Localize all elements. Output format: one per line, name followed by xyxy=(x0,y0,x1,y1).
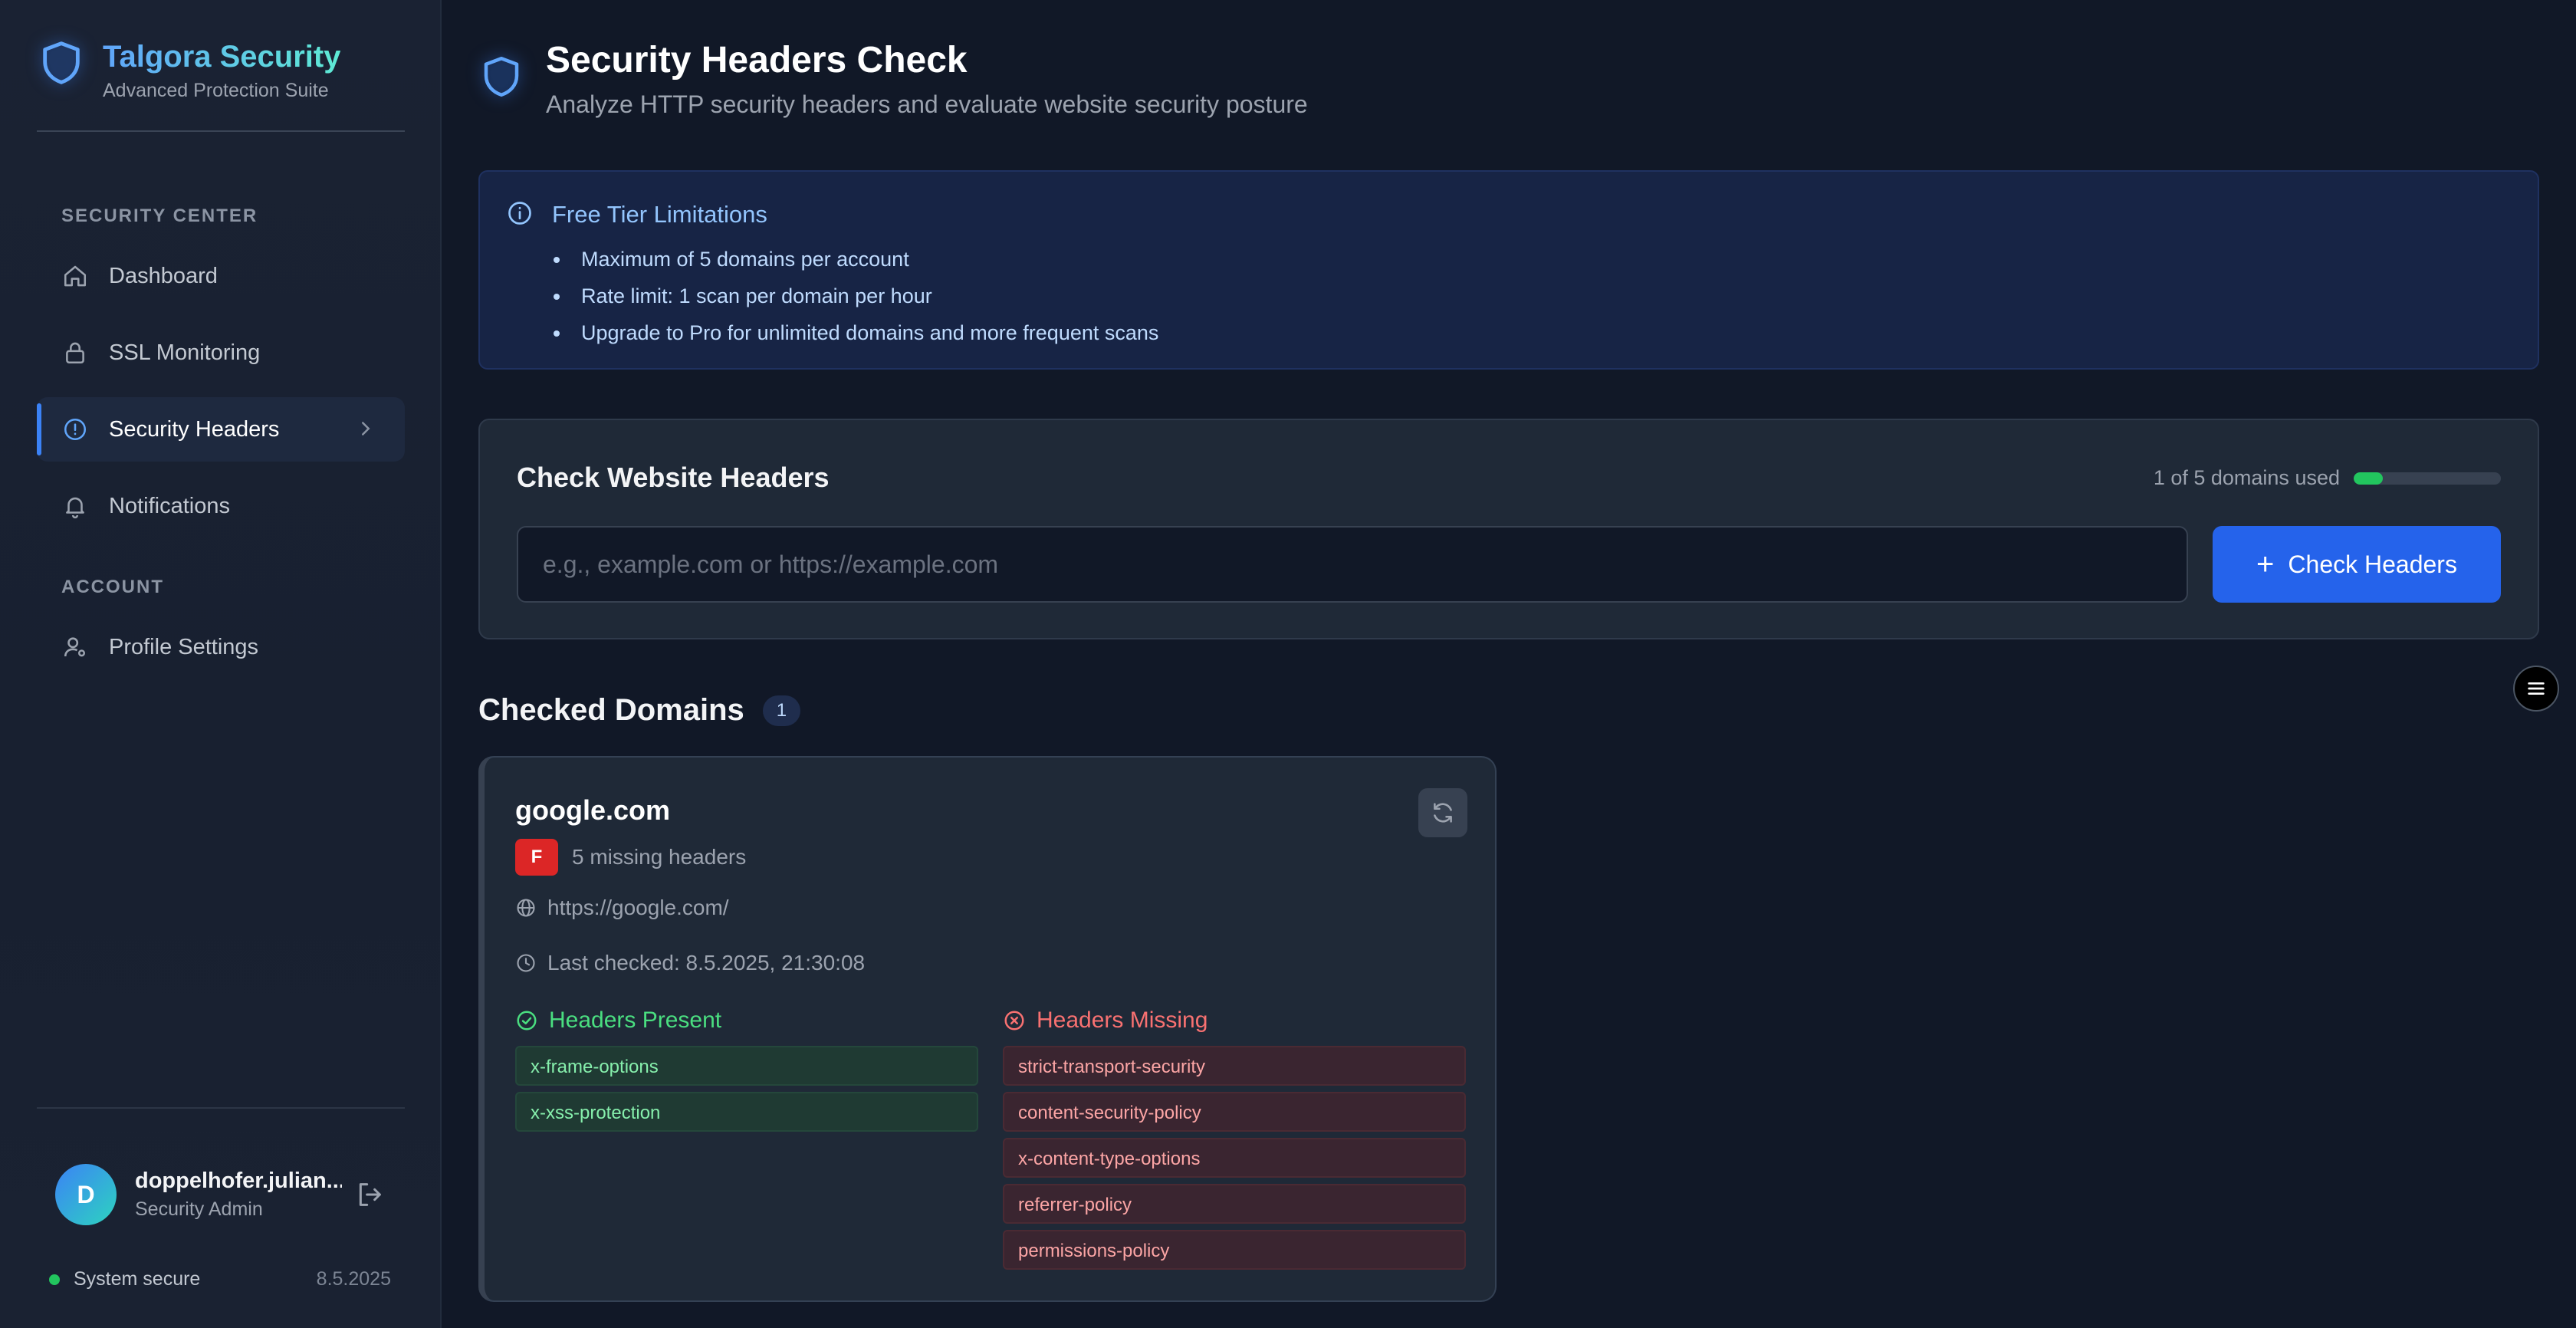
grade-badge: F xyxy=(515,839,558,876)
system-status-date: 8.5.2025 xyxy=(316,1268,391,1290)
domain-usage-text: 1 of 5 domains used xyxy=(2153,466,2340,489)
check-website-card: Check Website Headers 1 of 5 domains use… xyxy=(478,419,2539,639)
shield-icon xyxy=(484,57,519,97)
last-checked-row: Last checked: 8.5.2025, 21:30:08 xyxy=(515,951,865,975)
avatar[interactable]: D xyxy=(55,1164,117,1225)
globe-icon xyxy=(517,899,535,917)
refresh-icon xyxy=(1434,803,1452,823)
check-circle-icon xyxy=(517,1011,537,1031)
brand-title: Talgora Security xyxy=(103,35,340,78)
sidebar-item-notifications[interactable]: Notifications xyxy=(37,474,405,538)
status-dot xyxy=(49,1274,60,1285)
headers-present-list: x-frame-options x-xss-protection xyxy=(515,1046,978,1138)
chevron-right-icon xyxy=(362,422,370,436)
system-status: System secure xyxy=(49,1268,200,1290)
user-role: Security Admin xyxy=(135,1198,263,1220)
user-name: doppelhofer.julian... xyxy=(135,1169,342,1193)
user-profile[interactable]: D doppelhofer.julian... Security Admin xyxy=(55,1164,393,1225)
bell-icon xyxy=(61,492,89,520)
menu-button[interactable] xyxy=(2513,666,2559,712)
check-headers-button[interactable]: + Check Headers xyxy=(2213,526,2501,603)
divider xyxy=(37,130,405,132)
info-title: Free Tier Limitations xyxy=(552,201,767,228)
refresh-button[interactable] xyxy=(1418,788,1467,837)
sidebar-item-label: Dashboard xyxy=(109,263,218,288)
user-settings-icon xyxy=(61,633,89,661)
domain-url-row: https://google.com/ xyxy=(515,896,729,920)
lock-icon xyxy=(61,339,89,367)
info-icon xyxy=(508,202,531,225)
header-missing-item: strict-transport-security xyxy=(1003,1046,1466,1086)
info-list: Maximum of 5 domains per account Rate li… xyxy=(552,241,1158,351)
page-subtitle: Analyze HTTP security headers and evalua… xyxy=(546,90,1308,118)
header-missing-item: permissions-policy xyxy=(1003,1230,1466,1270)
headers-present-heading: Headers Present xyxy=(515,1008,721,1034)
headers-missing-list: strict-transport-security content-securi… xyxy=(1003,1046,1466,1276)
sidebar-item-label: Security Headers xyxy=(109,416,280,442)
page-header: Security Headers Check Analyze HTTP secu… xyxy=(478,34,1308,119)
shield-icon xyxy=(43,41,80,84)
alert-circle-icon xyxy=(61,416,89,443)
domain-name: google.com xyxy=(515,794,671,826)
section-label-security-center: SECURITY CENTER xyxy=(61,205,258,226)
list-item: Upgrade to Pro for unlimited domains and… xyxy=(552,314,1158,351)
brand[interactable]: Talgora Security Advanced Protection Sui… xyxy=(37,35,340,102)
domain-usage: 1 of 5 domains used xyxy=(2154,466,2501,490)
checked-domains-count-badge: 1 xyxy=(762,695,801,726)
menu-icon xyxy=(2528,682,2545,695)
sidebar-item-label: SSL Monitoring xyxy=(109,340,261,365)
logout-icon[interactable] xyxy=(354,1179,385,1210)
brand-subtitle: Advanced Protection Suite xyxy=(103,80,329,101)
header-present-item: x-frame-options xyxy=(515,1046,978,1086)
url-input[interactable] xyxy=(517,526,2188,603)
x-circle-icon xyxy=(1004,1011,1024,1031)
headers-present-title: Headers Present xyxy=(549,1008,722,1033)
domain-url[interactable]: https://google.com/ xyxy=(547,896,729,920)
grade-row: F 5 missing headers xyxy=(515,839,746,876)
missing-headers-count: 5 missing headers xyxy=(572,845,747,869)
divider xyxy=(37,1107,405,1109)
system-status-text: System secure xyxy=(74,1268,201,1290)
plus-icon: + xyxy=(2256,547,2275,581)
list-item: Maximum of 5 domains per account xyxy=(552,241,1158,278)
sidebar-item-label: Notifications xyxy=(109,493,230,518)
sidebar-item-security-headers[interactable]: Security Headers xyxy=(37,397,405,462)
usage-progress-fill xyxy=(2354,472,2384,485)
sidebar-item-label: Profile Settings xyxy=(109,634,259,659)
clock-icon xyxy=(517,954,535,972)
usage-progress-bar xyxy=(2354,472,2501,485)
section-label-account: ACCOUNT xyxy=(61,577,164,597)
home-icon xyxy=(61,262,89,290)
check-headers-label: Check Headers xyxy=(2288,550,2457,578)
last-checked: Last checked: 8.5.2025, 21:30:08 xyxy=(547,951,866,975)
checked-domains-header: Checked Domains 1 xyxy=(478,693,801,728)
header-present-item: x-xss-protection xyxy=(515,1092,978,1132)
domain-card[interactable]: google.com F 5 missing headers https://g… xyxy=(478,756,1497,1302)
sidebar: Talgora Security Advanced Protection Sui… xyxy=(0,0,442,1328)
sidebar-item-dashboard[interactable]: Dashboard xyxy=(37,244,405,308)
headers-missing-title: Headers Missing xyxy=(1037,1008,1208,1033)
header-missing-item: referrer-policy xyxy=(1003,1184,1466,1224)
headers-missing-heading: Headers Missing xyxy=(1003,1008,1208,1034)
header-missing-item: content-security-policy xyxy=(1003,1092,1466,1132)
sidebar-item-profile-settings[interactable]: Profile Settings xyxy=(37,615,405,679)
list-item: Rate limit: 1 scan per domain per hour xyxy=(552,278,1158,314)
checked-domains-title: Checked Domains xyxy=(478,693,744,727)
sidebar-item-ssl-monitoring[interactable]: SSL Monitoring xyxy=(37,320,405,385)
page-title: Security Headers Check xyxy=(546,40,968,81)
header-missing-item: x-content-type-options xyxy=(1003,1138,1466,1178)
free-tier-info-box: Free Tier Limitations Maximum of 5 domai… xyxy=(478,170,2539,370)
check-card-title: Check Website Headers xyxy=(517,462,830,493)
